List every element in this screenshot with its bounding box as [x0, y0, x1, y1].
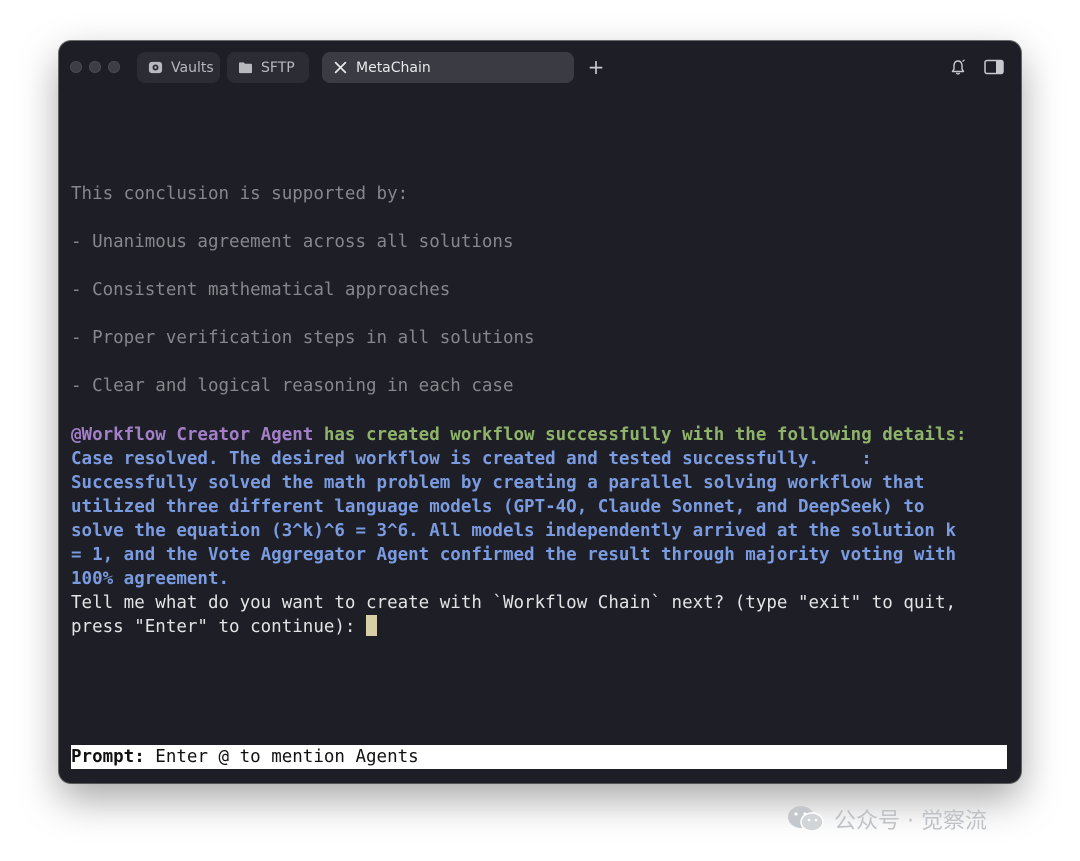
tab-label: Vaults: [171, 59, 214, 76]
close-icon[interactable]: [332, 60, 348, 76]
result-line: solve the equation (3^k)^6 = 3^6. All mo…: [71, 521, 957, 541]
prompt-input[interactable]: Prompt: Enter @ to mention Agents: [71, 745, 1007, 769]
output-line: - Consistent mathematical approaches: [71, 280, 451, 300]
result-line: Successfully solved the math problem by …: [71, 473, 925, 493]
question-text: press "Enter" to continue):: [71, 617, 367, 637]
bell-icon[interactable]: [948, 58, 968, 76]
result-line: Case resolved. The desired workflow is c…: [71, 449, 872, 469]
folder-icon: [237, 60, 253, 76]
zoom-window-button[interactable]: [108, 61, 120, 73]
close-window-button[interactable]: [70, 61, 82, 73]
wechat-icon: [786, 804, 826, 834]
vault-icon: [147, 60, 163, 76]
question-line: press "Enter" to continue):: [71, 615, 378, 639]
tab-sftp[interactable]: SFTP: [227, 52, 309, 83]
output-line: - Proper verification steps in all solut…: [71, 328, 535, 348]
output-line: - Clear and logical reasoning in each ca…: [71, 376, 514, 396]
result-line: utilized three different language models…: [71, 497, 925, 517]
sidebar-toggle-icon[interactable]: [984, 58, 1004, 76]
output-line: - Unanimous agreement across all solutio…: [71, 232, 514, 252]
title-bar: Vaults SFTP MetaChain +: [59, 41, 1021, 93]
prompt-placeholder: Enter @ to mention Agents: [144, 747, 419, 767]
tab-metachain[interactable]: MetaChain: [322, 52, 574, 83]
agent-mention: @Workflow Creator Agent: [71, 425, 314, 445]
terminal-output: This conclusion is supported by: - Unani…: [71, 93, 1009, 637]
text-cursor[interactable]: [366, 615, 378, 636]
prompt-label: Prompt:: [71, 747, 145, 767]
result-line: 100% agreement.: [71, 569, 230, 589]
minimize-window-button[interactable]: [89, 61, 101, 73]
agent-message: has created workflow successfully with t…: [313, 425, 967, 445]
tab-label: MetaChain: [356, 59, 431, 76]
watermark: 公众号 · 觉察流: [786, 804, 987, 834]
result-line: = 1, and the Vote Aggregator Agent confi…: [71, 545, 957, 565]
new-tab-button[interactable]: +: [584, 55, 608, 79]
agent-status-line: @Workflow Creator Agent has created work…: [71, 423, 967, 447]
watermark-text: 公众号 · 觉察流: [834, 809, 987, 834]
window-controls: [70, 61, 120, 73]
tab-vaults[interactable]: Vaults: [137, 52, 220, 83]
tab-label: SFTP: [261, 59, 295, 76]
question-line: Tell me what do you want to create with …: [71, 593, 957, 613]
terminal-window: Vaults SFTP MetaChain + This conclusion …: [59, 41, 1021, 783]
output-line: This conclusion is supported by:: [71, 184, 409, 204]
